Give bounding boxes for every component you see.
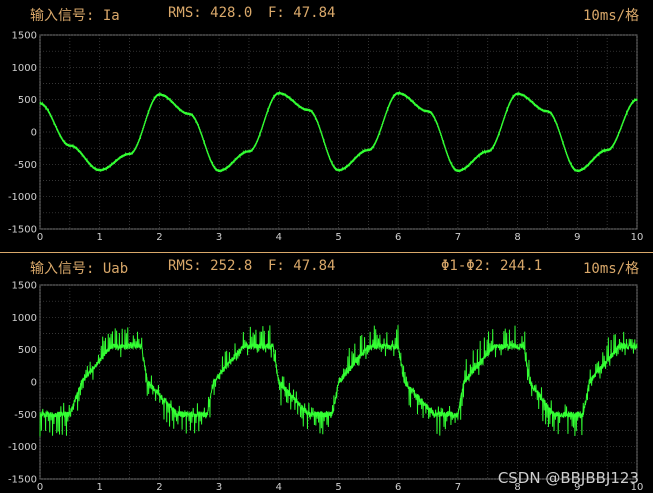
x-tick-label: 4 xyxy=(276,482,282,493)
y-tick-label: -1000 xyxy=(8,192,37,203)
chart-ia: 0 1 2 3 4 5 6 7 8 9 10 1500 1000 500 0 -500 -1000 -1500 xyxy=(8,31,644,244)
y-tick-label: -1500 xyxy=(8,475,37,486)
x-tick-label: 7 xyxy=(455,232,461,243)
y-tick-label: 1500 xyxy=(12,31,37,42)
watermark: CSDN @BBJBBJ123 xyxy=(497,469,639,487)
panel2-phase: Φ1-Φ2: 244.1 xyxy=(441,258,543,274)
y-tick-label: 0 xyxy=(31,378,37,389)
x-tick-label: 1 xyxy=(97,482,103,493)
panel2-frequency: F: 47.84 xyxy=(268,258,336,274)
y-tick-label: -1500 xyxy=(8,225,37,236)
x-tick-label: 0 xyxy=(37,232,43,243)
x-tick-label: 8 xyxy=(514,232,520,243)
x-tick-label: 5 xyxy=(335,232,341,243)
x-tick-label: 6 xyxy=(395,482,401,493)
y-tick-label: -1000 xyxy=(8,442,37,453)
x-tick-label: 5 xyxy=(335,482,341,493)
panel1-signal-label: 输入信号: Ia xyxy=(30,8,120,24)
panel2-rms: RMS: 252.8 xyxy=(168,258,253,274)
x-tick-label: 10 xyxy=(631,232,644,243)
x-tick-label: 2 xyxy=(156,232,162,243)
x-tick-label: 6 xyxy=(395,232,401,243)
panel2-timebase: 10ms/格 xyxy=(583,261,640,277)
y-tick-label: -500 xyxy=(14,410,37,421)
x-tick-label: 2 xyxy=(156,482,162,493)
series-line-0 xyxy=(39,325,638,437)
y-tick-label: 500 xyxy=(18,345,37,356)
x-tick-label: 1 xyxy=(97,232,103,243)
y-tick-label: 1000 xyxy=(12,313,37,324)
y-tick-label: 1000 xyxy=(12,63,37,74)
y-tick-label: 1500 xyxy=(12,281,37,292)
y-tick-label: -500 xyxy=(14,160,37,171)
x-tick-label: 7 xyxy=(455,482,461,493)
x-tick-label: 0 xyxy=(37,482,43,493)
x-tick-label: 3 xyxy=(216,482,222,493)
panel1-header: 输入信号: Ia RMS: 428.0 F: 47.84 10ms/格 xyxy=(0,0,653,26)
x-tick-label: 4 xyxy=(276,232,282,243)
x-tick-label: 9 xyxy=(574,232,580,243)
panel1-rms: RMS: 428.0 xyxy=(168,5,253,21)
panel1-timebase: 10ms/格 xyxy=(583,8,640,24)
y-tick-label: 500 xyxy=(18,95,37,106)
panel2-signal-label: 输入信号: Uab xyxy=(30,261,129,277)
x-tick-label: 3 xyxy=(216,232,222,243)
y-tick-label: 0 xyxy=(31,128,37,139)
panel2-header: 输入信号: Uab RMS: 252.8 F: 47.84 Φ1-Φ2: 244… xyxy=(0,253,653,279)
panel1-frequency: F: 47.84 xyxy=(268,5,336,21)
chart-uab: 0 1 2 3 4 5 6 7 8 9 10150010005000-500-1000-1500 xyxy=(8,281,643,493)
